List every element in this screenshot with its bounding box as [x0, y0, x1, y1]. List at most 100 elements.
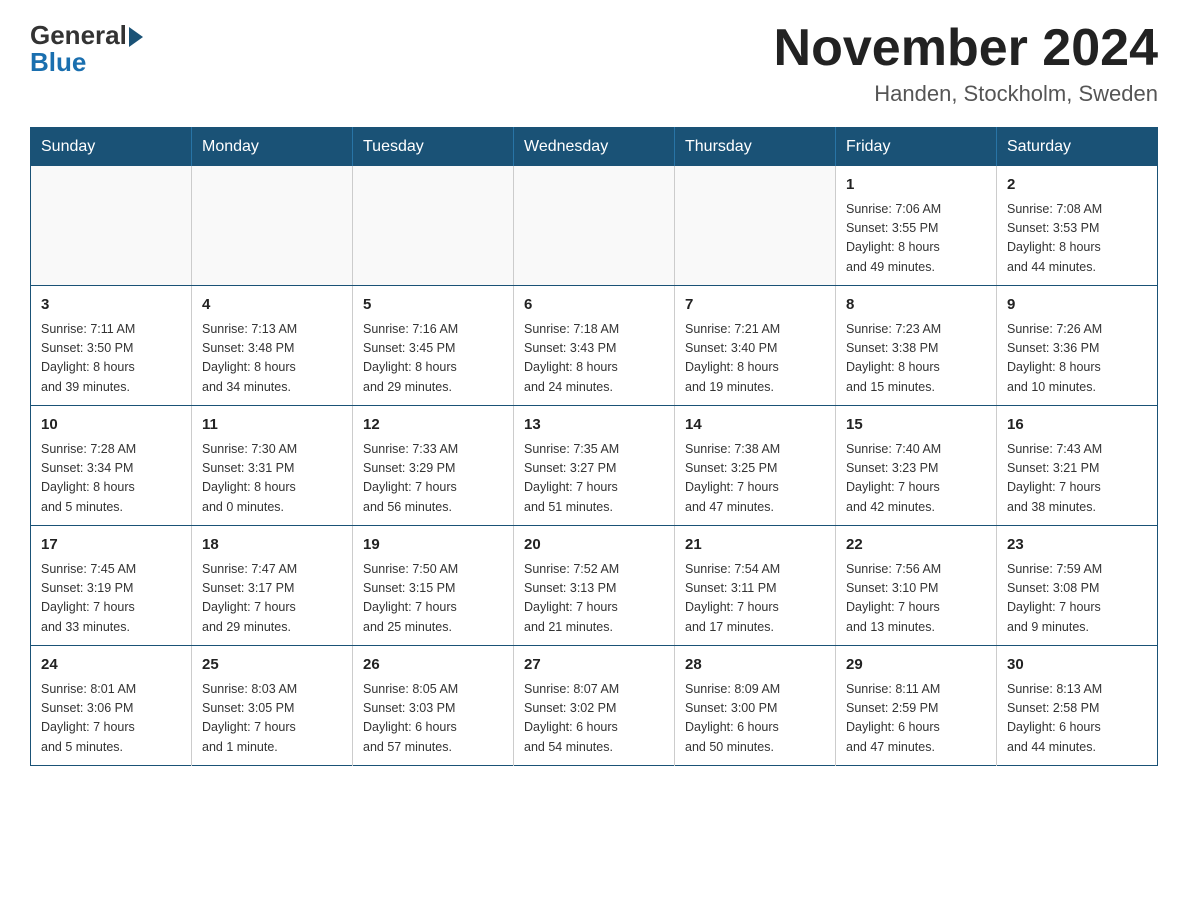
- day-number: 6: [524, 294, 664, 317]
- day-number: 18: [202, 534, 342, 557]
- day-number: 16: [1007, 414, 1147, 437]
- day-number: 17: [41, 534, 181, 557]
- calendar-cell: 10 Sunrise: 7:28 AMSunset: 3:34 PMDayligh…: [31, 406, 192, 526]
- day-info: Sunrise: 7:16 AMSunset: 3:45 PMDaylight:…: [363, 320, 503, 398]
- page-header: General Blue November 2024 Handen, Stock…: [30, 20, 1158, 107]
- column-header-friday: Friday: [836, 128, 997, 167]
- calendar-cell: 13Sunrise: 7:35 AMSunset: 3:27 PMDayligh…: [514, 406, 675, 526]
- calendar-cell: 27Sunrise: 8:07 AMSunset: 3:02 PMDayligh…: [514, 646, 675, 766]
- day-info: Sunrise: 7:06 AMSunset: 3:55 PMDaylight:…: [846, 200, 986, 278]
- day-number: 28: [685, 654, 825, 677]
- day-number: 4: [202, 294, 342, 317]
- day-number: 30: [1007, 654, 1147, 677]
- day-number: 26: [363, 654, 503, 677]
- day-info: Sunrise: 8:03 AMSunset: 3:05 PMDaylight:…: [202, 680, 342, 758]
- calendar-week-row: 24 Sunrise: 8:01 AMSunset: 3:06 PMDayligh…: [31, 646, 1158, 766]
- day-info: Sunrise: 8:11 AMSunset: 2:59 PMDaylight:…: [846, 680, 986, 758]
- day-number: 19: [363, 534, 503, 557]
- day-number: 10: [41, 414, 181, 437]
- day-number: 8: [846, 294, 986, 317]
- calendar-cell: 20 Sunrise: 7:52 AMSunset: 3:13 PMDayligh…: [514, 526, 675, 646]
- day-number: 14: [685, 414, 825, 437]
- day-number: 5: [363, 294, 503, 317]
- calendar-cell: [31, 166, 192, 286]
- month-year-title: November 2024: [774, 20, 1158, 77]
- day-info: Sunrise: 7:21 AMSunset: 3:40 PMDaylight:…: [685, 320, 825, 398]
- day-info: Sunrise: 7:52 AMSunset: 3:13 PMDaylight:…: [524, 560, 664, 638]
- column-header-sunday: Sunday: [31, 128, 192, 167]
- calendar-cell: 11 Sunrise: 7:30 AMSunset: 3:31 PMDayligh…: [192, 406, 353, 526]
- logo: General Blue: [30, 20, 143, 78]
- day-info: Sunrise: 7:43 AMSunset: 3:21 PMDaylight:…: [1007, 440, 1147, 518]
- calendar-cell: 5 Sunrise: 7:16 AMSunset: 3:45 PMDaylight…: [353, 286, 514, 406]
- day-number: 13: [524, 414, 664, 437]
- calendar-cell: 18 Sunrise: 7:47 AMSunset: 3:17 PMDayligh…: [192, 526, 353, 646]
- day-info: Sunrise: 7:13 AMSunset: 3:48 PMDaylight:…: [202, 320, 342, 398]
- calendar-cell: 29 Sunrise: 8:11 AMSunset: 2:59 PMDayligh…: [836, 646, 997, 766]
- calendar-cell: 23 Sunrise: 7:59 AMSunset: 3:08 PMDayligh…: [997, 526, 1158, 646]
- day-info: Sunrise: 8:13 AMSunset: 2:58 PMDaylight:…: [1007, 680, 1147, 758]
- day-info: Sunrise: 7:38 AMSunset: 3:25 PMDaylight:…: [685, 440, 825, 518]
- calendar-cell: 30 Sunrise: 8:13 AMSunset: 2:58 PMDayligh…: [997, 646, 1158, 766]
- column-header-tuesday: Tuesday: [353, 128, 514, 167]
- column-header-wednesday: Wednesday: [514, 128, 675, 167]
- calendar-cell: [353, 166, 514, 286]
- day-number: 15: [846, 414, 986, 437]
- day-info: Sunrise: 7:18 AMSunset: 3:43 PMDaylight:…: [524, 320, 664, 398]
- calendar-cell: 21Sunrise: 7:54 AMSunset: 3:11 PMDayligh…: [675, 526, 836, 646]
- location-subtitle: Handen, Stockholm, Sweden: [774, 81, 1158, 107]
- calendar-week-row: 17Sunrise: 7:45 AMSunset: 3:19 PMDayligh…: [31, 526, 1158, 646]
- calendar-cell: 9 Sunrise: 7:26 AMSunset: 3:36 PMDaylight…: [997, 286, 1158, 406]
- day-info: Sunrise: 7:47 AMSunset: 3:17 PMDaylight:…: [202, 560, 342, 638]
- calendar-cell: 4 Sunrise: 7:13 AMSunset: 3:48 PMDaylight…: [192, 286, 353, 406]
- day-number: 11: [202, 414, 342, 437]
- calendar-table: SundayMondayTuesdayWednesdayThursdayFrid…: [30, 127, 1158, 766]
- calendar-week-row: 3Sunrise: 7:11 AMSunset: 3:50 PMDaylight…: [31, 286, 1158, 406]
- calendar-cell: [192, 166, 353, 286]
- day-info: Sunrise: 7:23 AMSunset: 3:38 PMDaylight:…: [846, 320, 986, 398]
- day-info: Sunrise: 8:09 AMSunset: 3:00 PMDaylight:…: [685, 680, 825, 758]
- day-info: Sunrise: 7:28 AMSunset: 3:34 PMDaylight:…: [41, 440, 181, 518]
- calendar-cell: 24 Sunrise: 8:01 AMSunset: 3:06 PMDayligh…: [31, 646, 192, 766]
- calendar-cell: 1Sunrise: 7:06 AMSunset: 3:55 PMDaylight…: [836, 166, 997, 286]
- calendar-cell: 14 Sunrise: 7:38 AMSunset: 3:25 PMDayligh…: [675, 406, 836, 526]
- day-info: Sunrise: 7:30 AMSunset: 3:31 PMDaylight:…: [202, 440, 342, 518]
- day-number: 23: [1007, 534, 1147, 557]
- calendar-header-row: SundayMondayTuesdayWednesdayThursdayFrid…: [31, 128, 1158, 167]
- day-info: Sunrise: 7:56 AMSunset: 3:10 PMDaylight:…: [846, 560, 986, 638]
- day-number: 2: [1007, 174, 1147, 197]
- calendar-cell: 28 Sunrise: 8:09 AMSunset: 3:00 PMDayligh…: [675, 646, 836, 766]
- calendar-cell: 6 Sunrise: 7:18 AMSunset: 3:43 PMDaylight…: [514, 286, 675, 406]
- day-info: Sunrise: 7:54 AMSunset: 3:11 PMDaylight:…: [685, 560, 825, 638]
- day-info: Sunrise: 7:08 AMSunset: 3:53 PMDaylight:…: [1007, 200, 1147, 278]
- day-number: 22: [846, 534, 986, 557]
- day-number: 24: [41, 654, 181, 677]
- day-number: 29: [846, 654, 986, 677]
- day-number: 20: [524, 534, 664, 557]
- day-number: 12: [363, 414, 503, 437]
- calendar-cell: 19 Sunrise: 7:50 AMSunset: 3:15 PMDayligh…: [353, 526, 514, 646]
- calendar-cell: [675, 166, 836, 286]
- day-info: Sunrise: 7:50 AMSunset: 3:15 PMDaylight:…: [363, 560, 503, 638]
- day-number: 9: [1007, 294, 1147, 317]
- logo-arrow-icon: [129, 27, 143, 47]
- calendar-cell: 17Sunrise: 7:45 AMSunset: 3:19 PMDayligh…: [31, 526, 192, 646]
- calendar-cell: 12 Sunrise: 7:33 AMSunset: 3:29 PMDayligh…: [353, 406, 514, 526]
- calendar-week-row: 10 Sunrise: 7:28 AMSunset: 3:34 PMDayligh…: [31, 406, 1158, 526]
- calendar-cell: 22 Sunrise: 7:56 AMSunset: 3:10 PMDayligh…: [836, 526, 997, 646]
- day-info: Sunrise: 7:40 AMSunset: 3:23 PMDaylight:…: [846, 440, 986, 518]
- calendar-cell: 15 Sunrise: 7:40 AMSunset: 3:23 PMDayligh…: [836, 406, 997, 526]
- calendar-cell: 7 Sunrise: 7:21 AMSunset: 3:40 PMDaylight…: [675, 286, 836, 406]
- day-info: Sunrise: 7:59 AMSunset: 3:08 PMDaylight:…: [1007, 560, 1147, 638]
- calendar-cell: 26Sunrise: 8:05 AMSunset: 3:03 PMDayligh…: [353, 646, 514, 766]
- day-number: 27: [524, 654, 664, 677]
- day-info: Sunrise: 7:33 AMSunset: 3:29 PMDaylight:…: [363, 440, 503, 518]
- day-number: 3: [41, 294, 181, 317]
- logo-blue-text: Blue: [30, 47, 86, 78]
- calendar-week-row: 1Sunrise: 7:06 AMSunset: 3:55 PMDaylight…: [31, 166, 1158, 286]
- day-info: Sunrise: 7:26 AMSunset: 3:36 PMDaylight:…: [1007, 320, 1147, 398]
- day-info: Sunrise: 8:01 AMSunset: 3:06 PMDaylight:…: [41, 680, 181, 758]
- column-header-thursday: Thursday: [675, 128, 836, 167]
- calendar-cell: 8 Sunrise: 7:23 AMSunset: 3:38 PMDaylight…: [836, 286, 997, 406]
- day-number: 7: [685, 294, 825, 317]
